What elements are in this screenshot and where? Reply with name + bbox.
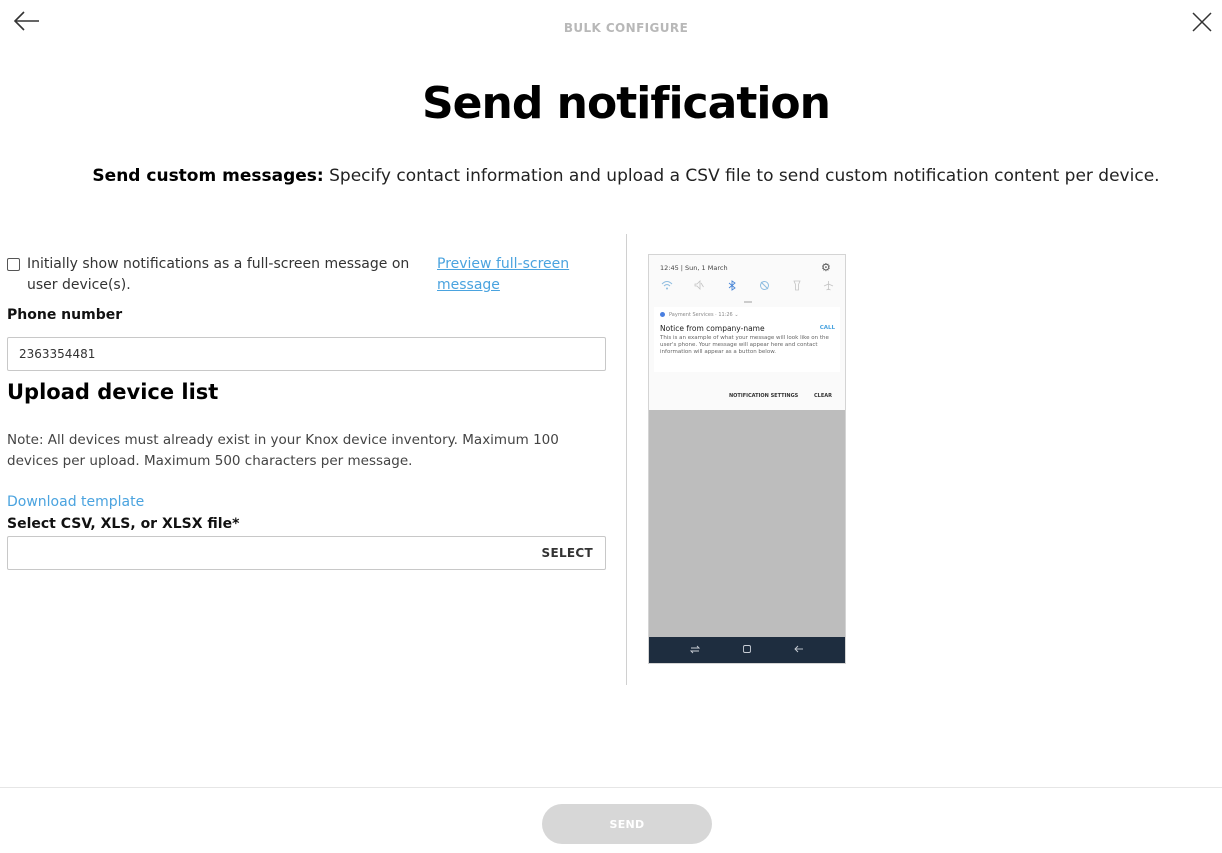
sound-off-icon (692, 280, 706, 294)
footer-bar: SEND (0, 787, 1222, 853)
phone-number-label: Phone number (7, 307, 123, 323)
page-subtitle: Send custom messages: Specify contact in… (0, 166, 1222, 186)
header-label: BULK CONFIGURE (563, 21, 689, 35)
file-select-label: Select CSV, XLS, or XLSX file* (7, 516, 240, 532)
bluetooth-icon (725, 280, 739, 294)
close-icon[interactable] (1190, 10, 1214, 34)
form-column: Initially show notifications as a full-s… (7, 254, 607, 570)
recent-apps-icon (689, 644, 701, 657)
fullscreen-option: Initially show notifications as a full-s… (7, 254, 607, 296)
quick-settings-row (660, 280, 836, 294)
subtitle-text: Specify contact information and upload a… (329, 166, 1160, 186)
phone-nav-bar (649, 637, 845, 663)
phone-preview: 12:45 | Sun, 1 March ⚙ Payment Services … (648, 254, 846, 664)
notification-app: Payment Services · 11:26 ⌄ (660, 312, 739, 318)
fullscreen-checkbox-label: Initially show notifications as a full-s… (27, 256, 410, 293)
notification-clear-action: CLEAR (814, 393, 832, 399)
home-icon (742, 644, 752, 657)
fullscreen-checkbox[interactable] (7, 258, 20, 271)
airplane-icon (822, 280, 836, 294)
wifi-icon (660, 280, 674, 294)
notification-card: Payment Services · 11:26 ⌄ Notice from c… (654, 307, 840, 372)
column-divider (626, 234, 627, 685)
notification-call-action: CALL (819, 325, 835, 331)
settings-gear-icon: ⚙ (821, 261, 831, 274)
back-icon (794, 644, 804, 657)
shade-handle (744, 301, 752, 303)
preview-fullscreen-link[interactable]: Preview full-screen message (437, 254, 587, 296)
file-select-field[interactable]: SELECT (7, 536, 606, 570)
notification-body: This is an example of what your message … (660, 335, 829, 355)
select-file-button[interactable]: SELECT (542, 546, 593, 560)
subtitle-bold: Send custom messages: (92, 166, 324, 186)
upload-device-list-heading: Upload device list (7, 380, 219, 404)
phone-number-input[interactable] (7, 337, 606, 371)
notification-title: Notice from company-name (660, 324, 765, 333)
page-title: Send notification (421, 78, 831, 129)
send-button[interactable]: SEND (542, 804, 712, 844)
app-dot-icon (660, 312, 665, 317)
notification-settings-action: NOTIFICATION SETTINGS (729, 393, 799, 399)
notification-shade: 12:45 | Sun, 1 March ⚙ Payment Services … (649, 255, 845, 410)
status-time: 12:45 | Sun, 1 March (660, 264, 728, 272)
download-template-link[interactable]: Download template (7, 494, 144, 510)
flashlight-icon (790, 280, 804, 294)
upload-note: Note: All devices must already exist in … (7, 432, 559, 469)
sync-icon (757, 280, 771, 294)
